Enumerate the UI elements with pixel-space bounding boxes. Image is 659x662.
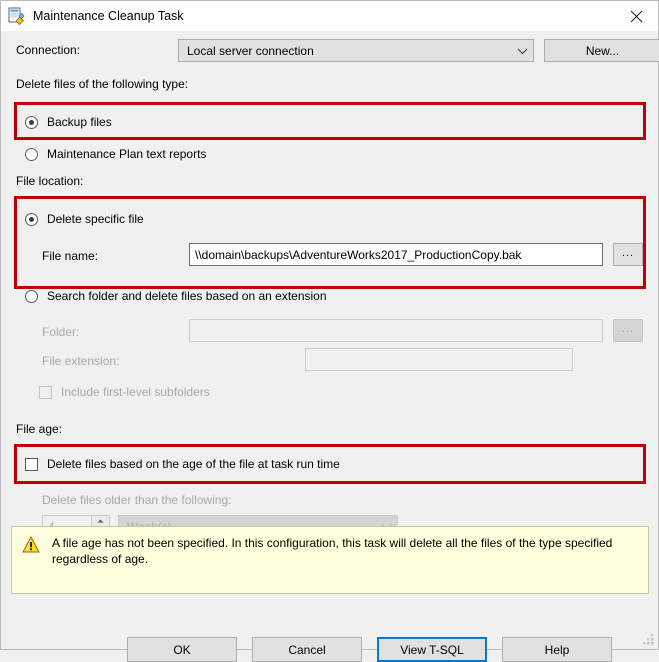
radio-delete-specific-file-indicator — [25, 213, 38, 226]
file-type-section-label: Delete files of the following type: — [16, 77, 188, 91]
checkbox-delete-files-by-age-label: Delete files based on the age of the fil… — [47, 457, 340, 471]
file-extension-label: File extension: — [42, 354, 119, 368]
radio-maintenance-plan-text-reports-label: Maintenance Plan text reports — [47, 147, 206, 161]
connection-row: Connection: Local server connection New.… — [16, 39, 644, 63]
radio-maintenance-plan-text-reports[interactable]: Maintenance Plan text reports — [25, 147, 206, 161]
radio-maintenance-plan-text-reports-indicator — [25, 148, 38, 161]
file-name-input[interactable]: \\domain\backups\AdventureWorks2017_Prod… — [189, 243, 603, 266]
maintenance-cleanup-task-icon — [8, 7, 26, 25]
checkbox-include-first-level-subfolders: Include first-level subfolders — [39, 385, 210, 399]
chevron-down-icon — [511, 47, 533, 55]
folder-browse-button: ... — [613, 319, 643, 342]
connection-select-value: Local server connection — [179, 44, 511, 58]
radio-search-folder-extension[interactable]: Search folder and delete files based on … — [25, 289, 327, 303]
radio-backup-files-indicator — [25, 116, 38, 129]
warning-triangle-icon — [22, 536, 40, 553]
warning-banner: A file age has not been specified. In th… — [11, 526, 649, 594]
dialog-body: Connection: Local server connection New.… — [1, 31, 658, 649]
radio-backup-files-label: Backup files — [47, 115, 112, 129]
radio-search-folder-extension-label: Search folder and delete files based on … — [47, 289, 327, 303]
checkbox-include-first-level-subfolders-label: Include first-level subfolders — [61, 385, 210, 399]
radio-delete-specific-file-label: Delete specific file — [47, 212, 144, 226]
file-extension-input — [305, 348, 573, 371]
connection-label: Connection: — [16, 43, 80, 57]
folder-label: Folder: — [42, 325, 79, 339]
folder-input — [189, 319, 603, 342]
radio-search-folder-extension-indicator — [25, 290, 38, 303]
warning-message: A file age has not been specified. In th… — [52, 535, 638, 593]
resize-grip[interactable] — [643, 634, 655, 646]
maintenance-cleanup-task-dialog: Maintenance Cleanup Task Connection: Loc… — [0, 0, 659, 650]
connection-select[interactable]: Local server connection — [178, 39, 534, 62]
delete-files-older-than-label: Delete files older than the following: — [42, 493, 231, 507]
checkbox-delete-files-by-age-indicator — [25, 458, 38, 471]
radio-delete-specific-file[interactable]: Delete specific file — [25, 212, 144, 226]
file-location-section-label: File location: — [16, 174, 83, 188]
radio-backup-files[interactable]: Backup files — [25, 115, 112, 129]
checkbox-include-first-level-subfolders-indicator — [39, 386, 52, 399]
title-bar: Maintenance Cleanup Task — [1, 1, 658, 31]
window-title: Maintenance Cleanup Task — [33, 9, 184, 23]
checkbox-delete-files-by-age[interactable]: Delete files based on the age of the fil… — [25, 457, 340, 471]
file-age-section-label: File age: — [16, 422, 62, 436]
close-icon[interactable] — [614, 2, 658, 31]
stepper-up-icon — [92, 516, 109, 527]
file-name-label: File name: — [42, 249, 98, 263]
new-connection-button[interactable]: New... — [544, 39, 659, 62]
file-name-browse-button[interactable]: ... — [613, 243, 643, 266]
